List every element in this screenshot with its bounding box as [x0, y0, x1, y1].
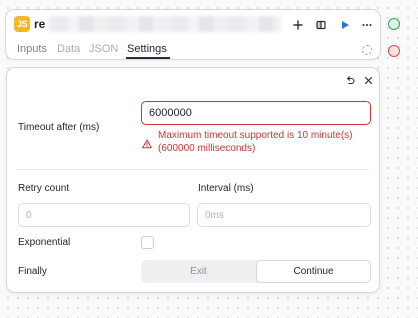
tab-data[interactable]: Data — [57, 42, 80, 56]
more-icon — [362, 24, 372, 26]
plus-icon — [293, 20, 303, 30]
node-header: JS re — [6, 10, 380, 38]
finally-option-exit[interactable]: Exit — [141, 260, 256, 283]
tab-settings[interactable]: Settings — [127, 42, 167, 56]
tab-inputs[interactable]: Inputs — [17, 42, 47, 56]
retry-count-input[interactable] — [18, 203, 190, 227]
split-view-button[interactable] — [312, 16, 330, 34]
interval-input[interactable] — [197, 203, 371, 227]
undo-icon — [347, 76, 355, 85]
reset-button[interactable] — [343, 73, 357, 87]
finally-label: Finally — [18, 266, 47, 277]
add-step-button[interactable] — [289, 16, 307, 34]
exponential-label: Exponential — [18, 237, 71, 248]
retry-count-label: Retry count — [18, 183, 70, 194]
tab-json[interactable]: JSON — [89, 42, 118, 56]
close-panel-button[interactable] — [361, 73, 375, 87]
js-language-badge: JS — [14, 16, 30, 32]
error-output-handle[interactable] — [388, 45, 400, 57]
finally-option-continue[interactable]: Continue — [256, 260, 371, 283]
script-node-card[interactable]: JS re Inputs Data JSON Settings — [5, 9, 381, 60]
interval-label: Interval (ms) — [198, 183, 254, 194]
split-icon — [316, 20, 326, 30]
finally-segmented-control: Exit Continue — [141, 260, 371, 283]
exponential-checkbox[interactable] — [141, 236, 154, 249]
node-name-redacted — [49, 16, 281, 32]
loading-spinner-icon — [362, 45, 372, 55]
close-icon — [364, 76, 372, 84]
warning-icon — [142, 139, 152, 149]
success-output-handle[interactable] — [388, 18, 400, 30]
more-options-button[interactable] — [358, 16, 376, 34]
node-name[interactable]: re — [34, 16, 45, 32]
settings-panel: Timeout after (ms) Maximum timeout suppo… — [6, 67, 380, 293]
timeout-input[interactable] — [141, 101, 371, 125]
play-icon — [342, 21, 349, 29]
timeout-label: Timeout after (ms) — [18, 122, 100, 133]
run-node-button[interactable] — [336, 16, 354, 34]
section-divider — [17, 169, 369, 170]
timeout-error-message: Maximum timeout supported is 10 minute(s… — [158, 130, 353, 154]
active-tab-indicator — [126, 57, 170, 59]
node-tabs: Inputs Data JSON Settings — [6, 40, 380, 60]
